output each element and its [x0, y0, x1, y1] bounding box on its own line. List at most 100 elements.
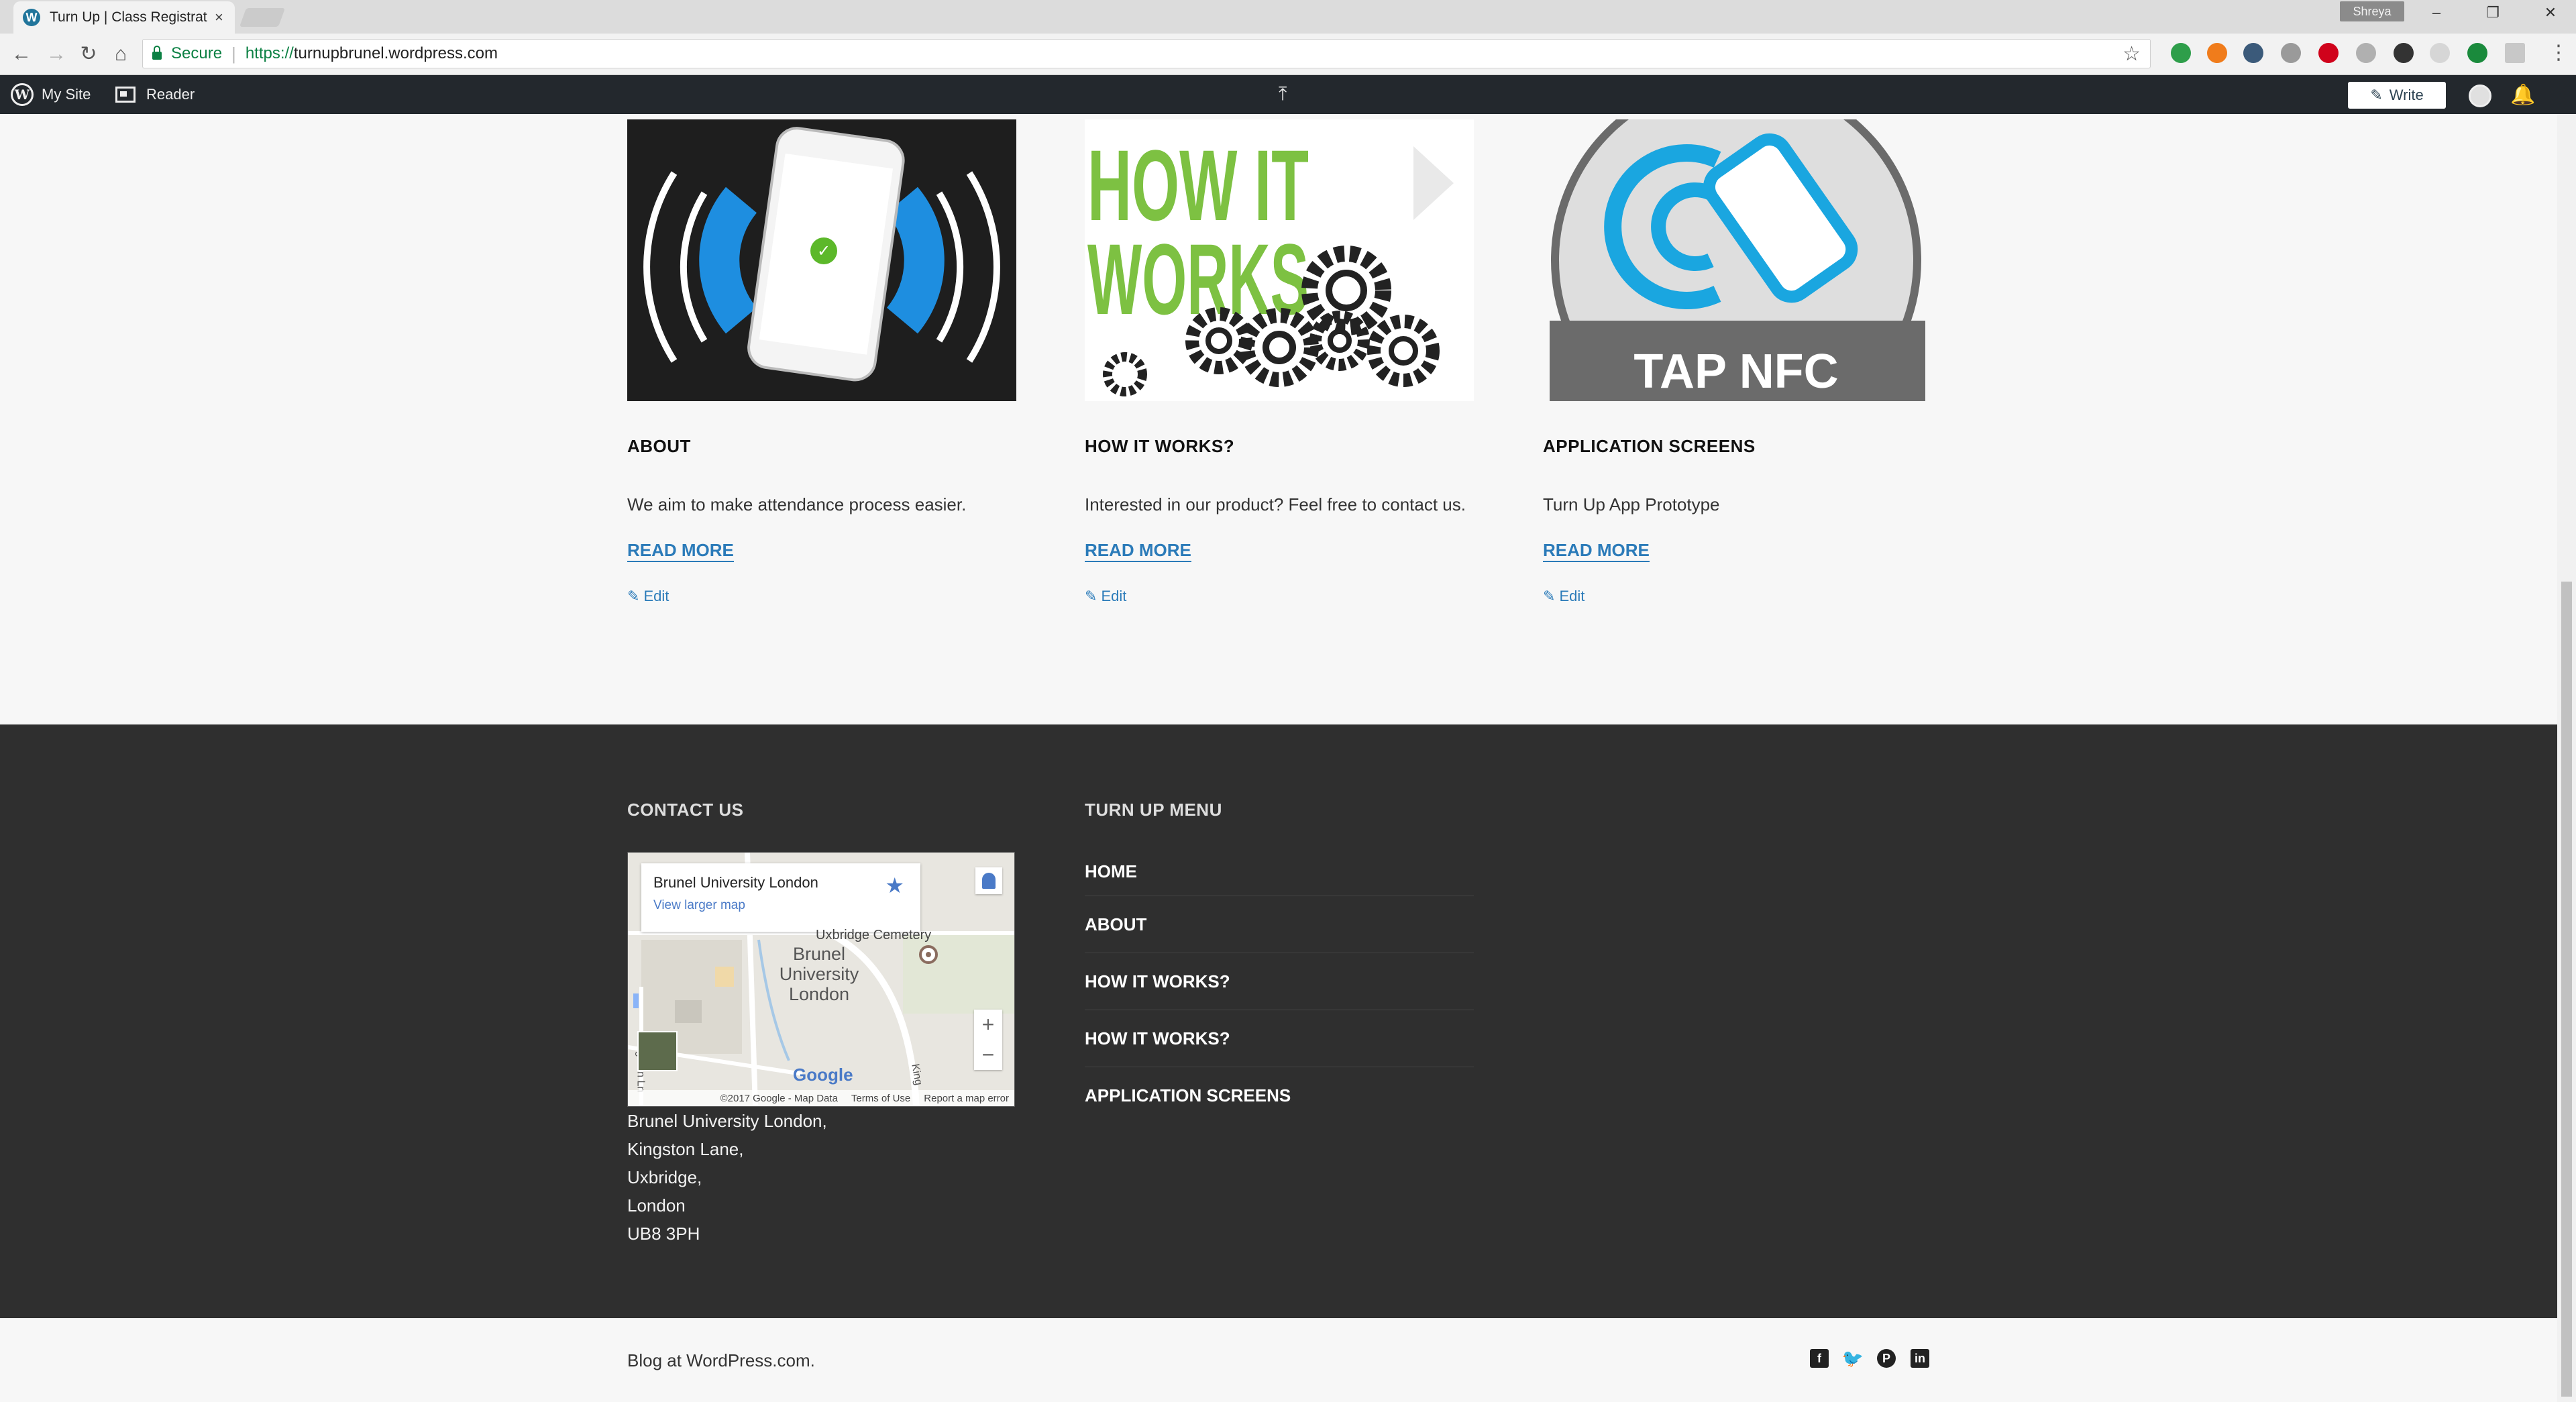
facebook-icon[interactable]: f [1810, 1349, 1829, 1368]
notifications-bell-icon[interactable]: 🔔 [2510, 83, 2535, 107]
browser-tabstrip: W Turn Up | Class Registrat × Shreya – ❐… [0, 0, 2576, 34]
back-arrow-icon[interactable]: ← [8, 43, 35, 66]
forward-arrow-icon[interactable]: → [43, 43, 70, 66]
report-map-error-link[interactable]: Report a map error [924, 1093, 1009, 1104]
how-it-works-image[interactable]: HOW IT WORKS [1085, 119, 1474, 401]
footer-menu: HOME ABOUT HOW IT WORKS? HOW IT WORKS? A… [1085, 852, 1474, 1124]
site-info: Blog at WordPress.com. f 🐦 P in [0, 1318, 2557, 1402]
extension-icon[interactable] [2171, 43, 2191, 63]
edit-link[interactable]: ✎ Edit [627, 588, 1016, 605]
twitter-icon[interactable]: 🐦 [1842, 1348, 1864, 1368]
pencil-icon: ✎ [1085, 588, 1097, 604]
wordpress-logo-icon: W [11, 83, 34, 106]
close-window-button[interactable]: ✕ [2530, 4, 2571, 21]
menu-item-how-it-works[interactable]: HOW IT WORKS? [1085, 953, 1474, 1010]
secure-label: Secure [171, 44, 223, 62]
contact-address: Brunel University London, Kingston Lane,… [627, 1107, 827, 1248]
lock-icon [152, 46, 162, 60]
extension-icon[interactable] [2356, 43, 2376, 63]
read-more-link[interactable]: READ MORE [1085, 540, 1191, 562]
zoom-out-button[interactable]: − [982, 1042, 995, 1067]
map-place-name: Brunel University London [653, 874, 818, 891]
menu-item-home[interactable]: HOME [1085, 852, 1474, 896]
reload-icon[interactable]: ↻ [75, 43, 102, 66]
card-title: APPLICATION SCREENS [1543, 436, 1756, 456]
reader-label: Reader [146, 86, 195, 103]
address-bar[interactable]: Secure | https:// turnupbrunel.wordpress… [142, 39, 2151, 68]
terms-of-use-link[interactable]: Terms of Use [851, 1093, 910, 1104]
new-tab-button[interactable] [239, 8, 286, 27]
save-star-icon[interactable]: ★ [885, 873, 904, 898]
extension-icon[interactable] [2207, 43, 2227, 63]
menu-item-application-screens[interactable]: APPLICATION SCREENS [1085, 1067, 1474, 1124]
svg-text:✓: ✓ [817, 241, 830, 260]
wp-admin-bar: W My Site Reader ⤒ ✎ Write 🔔 [0, 75, 2576, 114]
card-title: HOW IT WORKS? [1085, 436, 1235, 456]
google-map-embed[interactable]: Brunel University London View larger map… [627, 852, 1015, 1107]
map-label-campus: Brunel University London [779, 944, 859, 1004]
read-more-link[interactable]: READ MORE [627, 540, 734, 562]
read-more-link[interactable]: READ MORE [1543, 540, 1650, 562]
map-attribution: ©2017 Google - Map Data Terms of Use Rep… [628, 1090, 1014, 1106]
page-scrollbar[interactable] [2557, 114, 2576, 1402]
extension-icon[interactable] [2281, 43, 2301, 63]
browser-tab[interactable]: W Turn Up | Class Registrat × [13, 1, 235, 34]
view-larger-map-link[interactable]: View larger map [653, 898, 745, 913]
my-site-label: My Site [42, 86, 91, 103]
pencil-icon: ✎ [627, 588, 640, 604]
tab-close-icon[interactable]: × [215, 9, 223, 26]
linkedin-icon[interactable]: in [1911, 1349, 1929, 1368]
page-content: ✓ ABOUT We aim to make attendance proces… [0, 114, 2557, 724]
scrollbar-thumb[interactable] [2561, 582, 2572, 1397]
write-button[interactable]: ✎ Write [2348, 82, 2446, 109]
extension-icon[interactable] [2394, 43, 2414, 63]
zoom-in-button[interactable]: + [982, 1012, 995, 1037]
url-scheme: https:// [245, 44, 294, 62]
card-excerpt: We aim to make attendance process easier… [627, 494, 967, 515]
extension-icon[interactable] [2467, 43, 2487, 63]
extension-icon[interactable] [2505, 43, 2525, 63]
omnibox-separator: | [231, 43, 236, 64]
card-title: ABOUT [627, 436, 691, 456]
card-how-it-works: HOW IT WORKS HOW IT WORKS? Interested in… [1085, 119, 1474, 605]
card-about: ✓ ABOUT We aim to make attendance proces… [627, 119, 1016, 605]
social-links: f 🐦 P in [1810, 1348, 1929, 1368]
edit-link[interactable]: ✎ Edit [1543, 588, 1932, 605]
edit-link[interactable]: ✎ Edit [1085, 588, 1474, 605]
edit-label: Edit [1559, 588, 1585, 604]
home-icon[interactable]: ⌂ [107, 43, 134, 66]
satellite-toggle[interactable] [637, 1031, 678, 1071]
google-logo: Google [793, 1065, 853, 1085]
my-site-button[interactable]: W My Site [11, 75, 91, 114]
adblock-icon[interactable] [2318, 43, 2339, 63]
map-label-road: King [909, 1063, 924, 1087]
pencil-icon: ✎ [2370, 87, 2383, 103]
wordpress-favicon-icon: W [23, 9, 40, 26]
avatar[interactable] [2469, 85, 2491, 107]
wordpress-credit-link[interactable]: Blog at WordPress.com. [627, 1350, 815, 1371]
contact-heading: CONTACT US [627, 800, 744, 820]
profile-button[interactable]: Shreya [2340, 1, 2404, 21]
tap-nfc-image[interactable]: TAP NFC [1543, 119, 1932, 401]
address-line: Brunel University London, [627, 1111, 827, 1131]
address-line: Kingston Lane, [627, 1139, 744, 1159]
extension-icon[interactable] [2430, 43, 2450, 63]
menu-item-about[interactable]: ABOUT [1085, 896, 1474, 953]
address-line: UB8 3PH [627, 1224, 700, 1244]
pinterest-icon[interactable]: P [1877, 1349, 1896, 1368]
bookmark-star-icon[interactable]: ☆ [2123, 42, 2141, 66]
reader-icon [115, 87, 136, 103]
restore-button[interactable]: ❐ [2473, 4, 2513, 21]
pegman-icon[interactable] [975, 867, 1002, 894]
map-data-attribution: ©2017 Google - Map Data [720, 1092, 838, 1104]
browser-menu-icon[interactable]: ⋮ [2545, 42, 2572, 64]
about-image[interactable]: ✓ [627, 119, 1016, 401]
reader-button[interactable]: Reader [115, 75, 195, 114]
map-info-card: Brunel University London View larger map… [641, 863, 920, 932]
menu-item-how-it-works[interactable]: HOW IT WORKS? [1085, 1010, 1474, 1067]
svg-text:TAP NFC: TAP NFC [1633, 345, 1838, 398]
write-label: Write [2389, 87, 2424, 103]
minimize-button[interactable]: – [2416, 4, 2457, 21]
extension-icon[interactable] [2243, 43, 2263, 63]
collapse-arrow-icon[interactable]: ⤒ [1279, 83, 1287, 105]
